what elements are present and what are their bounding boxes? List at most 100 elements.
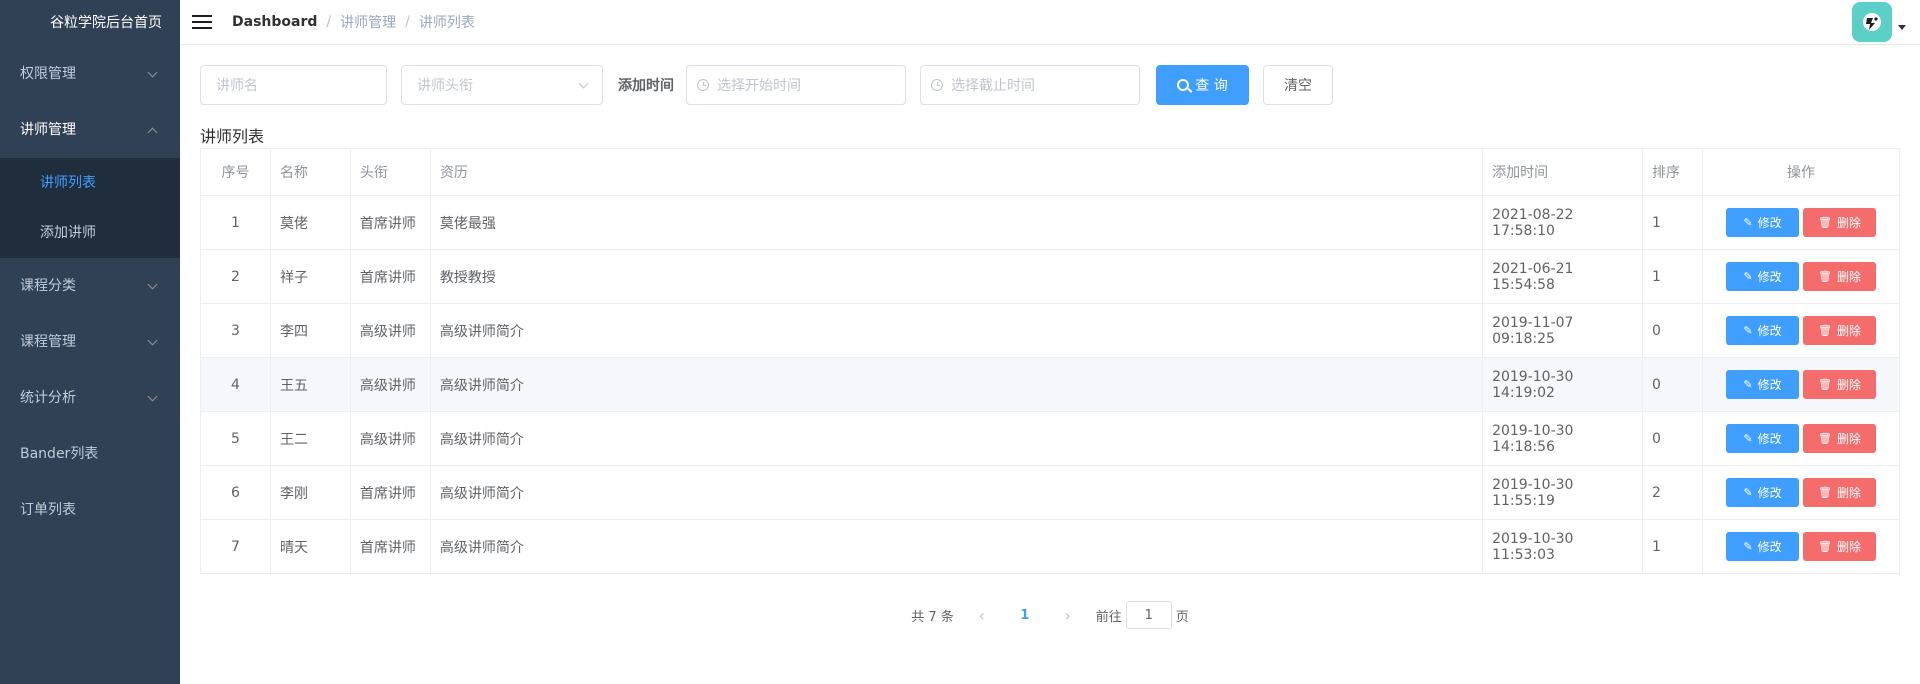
cell-intro: 高级讲师简介: [429, 519, 1484, 574]
end-time-picker[interactable]: 选择截止时间: [920, 65, 1140, 105]
cell-time: 2019-11-07 09:18:25: [1482, 303, 1644, 358]
delete-button[interactable]: 🗑 删除: [1802, 316, 1876, 345]
goto-page-input[interactable]: 1: [1125, 601, 1172, 629]
cell-actions: ✎ 修改 🗑 删除: [1701, 357, 1901, 412]
trash-icon: 🗑: [1817, 540, 1832, 553]
submenu-item-add-teacher[interactable]: 添加讲师: [0, 208, 180, 258]
pagination: 共 7 条 ‹ 1 › 前往 1 页: [200, 601, 1900, 629]
edit-icon: ✎: [1743, 540, 1753, 553]
query-label: 查 询: [1195, 78, 1228, 94]
cell-time: 2019-10-30 11:55:19: [1482, 465, 1644, 520]
cell-name: 祥子: [269, 249, 351, 304]
trash-icon: 🗑: [1817, 216, 1832, 229]
menu-label: Bander列表: [20, 446, 99, 462]
cell-index: 4: [200, 357, 271, 412]
breadcrumb-separator: /: [405, 14, 410, 30]
menu-item-teachers[interactable]: 讲师管理: [0, 102, 180, 158]
menu-label: 统计分析: [20, 390, 76, 406]
header-sort: 排序: [1642, 148, 1703, 196]
hamburger-icon[interactable]: [192, 14, 212, 30]
delete-button[interactable]: 🗑 删除: [1802, 370, 1876, 399]
edit-label: 修改: [1757, 270, 1782, 284]
goto-suffix: 页: [1175, 609, 1189, 625]
search-form: 讲师名 讲师头衔 添加时间 选择开始时间 选择截止时间 查 询 清空: [200, 65, 1900, 105]
delete-button[interactable]: 🗑 删除: [1802, 424, 1876, 453]
avatar-icon[interactable]: [1852, 2, 1892, 42]
delete-label: 删除: [1836, 216, 1861, 230]
menu-label: 讲师管理: [20, 122, 76, 138]
query-button[interactable]: 查 询: [1156, 65, 1249, 105]
delete-button[interactable]: 🗑 删除: [1802, 208, 1876, 237]
content: 讲师名 讲师头衔 添加时间 选择开始时间 选择截止时间 查 询 清空 讲师列表 …: [180, 45, 1920, 629]
chevron-right-icon[interactable]: ›: [1054, 606, 1082, 625]
edit-button[interactable]: ✎ 修改: [1725, 478, 1799, 507]
breadcrumb-dashboard[interactable]: Dashboard: [232, 14, 317, 30]
edit-button[interactable]: ✎ 修改: [1725, 532, 1799, 561]
clear-button[interactable]: 清空: [1263, 65, 1333, 105]
page-number[interactable]: 1: [996, 608, 1054, 623]
edit-button[interactable]: ✎ 修改: [1725, 262, 1799, 291]
cell-level: 首席讲师: [349, 195, 431, 250]
edit-button[interactable]: ✎ 修改: [1725, 316, 1799, 345]
search-icon: [1177, 79, 1190, 91]
menu-item-course-management[interactable]: 课程管理: [0, 314, 180, 370]
teacher-table: 序号 名称 头衔 资历 添加时间 排序 操作 1 莫佬 首席讲师 莫佬最强 2021-0…: [200, 148, 1901, 574]
clock-icon: [931, 79, 943, 91]
cell-time: 2019-10-30 14:19:02: [1482, 357, 1644, 412]
cell-actions: ✎ 修改 🗑 删除: [1701, 303, 1901, 358]
cell-sort: 0: [1642, 411, 1703, 466]
delete-button[interactable]: 🗑 删除: [1802, 478, 1876, 507]
cell-intro: 高级讲师简介: [429, 357, 1484, 412]
chevron-left-icon[interactable]: ‹: [968, 606, 996, 625]
menu-item-course-category[interactable]: 课程分类: [0, 258, 180, 314]
submenu-item-teacher-list[interactable]: 讲师列表: [0, 158, 180, 208]
header-intro: 资历: [429, 148, 1484, 196]
delete-label: 删除: [1836, 270, 1861, 284]
sidebar: 谷粒学院后台首页 权限管理 讲师管理 讲师列表 添加讲师 课程分类 课程管理 统…: [0, 0, 180, 684]
delete-label: 删除: [1836, 378, 1861, 392]
menu-label: 课程管理: [20, 334, 76, 350]
submenu-teachers: 讲师列表 添加讲师: [0, 158, 180, 258]
caret-down-icon[interactable]: [1898, 25, 1906, 30]
user-menu[interactable]: [1852, 2, 1906, 42]
edit-label: 修改: [1757, 540, 1782, 554]
edit-button[interactable]: ✎ 修改: [1725, 370, 1799, 399]
trash-icon: 🗑: [1817, 270, 1832, 283]
teacher-level-select[interactable]: 讲师头衔: [401, 65, 603, 105]
teacher-name-input[interactable]: 讲师名: [200, 65, 387, 105]
cell-time: 2021-08-22 17:58:10: [1482, 195, 1644, 250]
delete-button[interactable]: 🗑 删除: [1802, 532, 1876, 561]
chevron-down-icon: [147, 279, 158, 289]
table-row: 3 李四 高级讲师 高级讲师简介 2019-11-07 09:18:25 0 ✎ 修改 🗑 删除: [200, 303, 1901, 358]
main-area: Dashboard / 讲师管理 / 讲师列表 讲师名 讲师头衔 添加时间 选择…: [180, 0, 1920, 684]
menu-item-banner-list[interactable]: Bander列表: [0, 426, 180, 482]
cell-level: 高级讲师: [349, 303, 431, 358]
edit-icon: ✎: [1743, 324, 1753, 337]
menu-label: 课程分类: [20, 278, 76, 294]
cell-intro: 莫佬最强: [429, 195, 1484, 250]
cell-name: 王五: [269, 357, 351, 412]
menu-item-statistics[interactable]: 统计分析: [0, 370, 180, 426]
edit-button[interactable]: ✎ 修改: [1725, 424, 1799, 453]
delete-label: 删除: [1836, 432, 1861, 446]
cell-level: 首席讲师: [349, 249, 431, 304]
cell-sort: 2: [1642, 465, 1703, 520]
cell-index: 7: [200, 519, 271, 574]
delete-label: 删除: [1836, 324, 1861, 338]
cell-index: 5: [200, 411, 271, 466]
menu-item-order-list[interactable]: 订单列表: [0, 482, 180, 538]
header-level: 头衔: [349, 148, 431, 196]
edit-icon: ✎: [1743, 216, 1753, 229]
edit-button[interactable]: ✎ 修改: [1725, 208, 1799, 237]
header-actions: 操作: [1701, 148, 1901, 196]
trash-icon: 🗑: [1817, 324, 1832, 337]
input-placeholder: 选择开始时间: [717, 78, 801, 94]
sidebar-title[interactable]: 谷粒学院后台首页: [0, 0, 180, 46]
menu-item-permissions[interactable]: 权限管理: [0, 46, 180, 102]
edit-icon: ✎: [1743, 432, 1753, 445]
start-time-picker[interactable]: 选择开始时间: [686, 65, 906, 105]
edit-label: 修改: [1757, 324, 1782, 338]
breadcrumb-teacher-management: 讲师管理: [340, 15, 397, 31]
table-header-row: 序号 名称 头衔 资历 添加时间 排序 操作: [200, 148, 1901, 196]
delete-button[interactable]: 🗑 删除: [1802, 262, 1876, 291]
